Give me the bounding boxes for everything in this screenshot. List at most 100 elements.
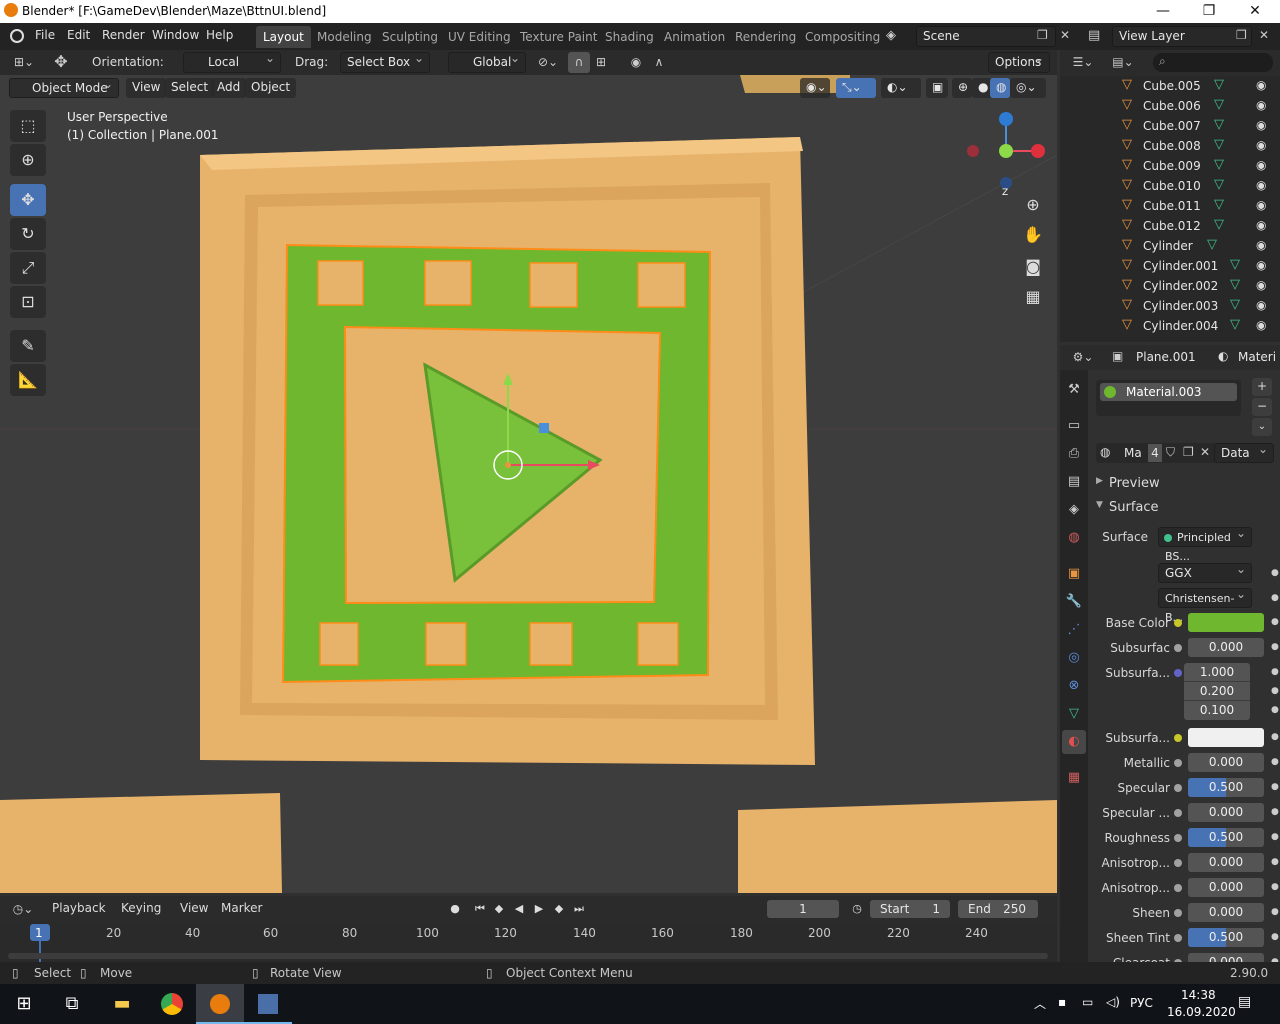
select-box-tool-icon[interactable]: ⬚ [10, 110, 46, 142]
camera-view-icon[interactable]: ◙ [1018, 252, 1048, 282]
outliner-item[interactable]: ▽ Cylinder.001 ▽ ◉ [1060, 256, 1280, 276]
gizmo-plane-handle[interactable] [539, 423, 549, 433]
measure-tool-icon[interactable]: 📐 [10, 364, 46, 396]
texture-tab-icon[interactable]: ▦ [1062, 766, 1086, 790]
wireframe-shading-icon[interactable]: ⊕ [952, 78, 972, 98]
prev-keyframe-icon[interactable]: ◆ [490, 902, 508, 918]
file-explorer-icon[interactable]: ▬ [98, 984, 146, 1024]
preview-panel-header[interactable]: ▶ Preview [1088, 473, 1280, 495]
mesh-data-icon[interactable]: ▽ [1214, 137, 1224, 152]
jump-end-icon[interactable]: ⏭ [570, 902, 588, 918]
mesh-data-icon[interactable]: ▽ [1230, 297, 1240, 312]
rotate-tool-icon[interactable]: ↻ [10, 218, 46, 250]
outliner-item[interactable]: ▽ Cube.012 ▽ ◉ [1060, 216, 1280, 236]
network-icon[interactable]: ▭ [1082, 995, 1093, 1009]
3d-viewport[interactable]: Z Object Mode View Select Add Object ◉⌄ … [0, 75, 1057, 893]
visibility-icon[interactable]: ◉⌄ [800, 78, 830, 98]
eye-icon[interactable]: ◉ [1256, 298, 1266, 312]
proportional-edit-icon[interactable]: ◉ [625, 52, 647, 73]
stopwatch-icon[interactable]: ◷ [848, 902, 866, 918]
mesh-data-icon[interactable]: ▽ [1207, 237, 1217, 252]
vector-field[interactable]: 0.100 [1184, 701, 1250, 720]
delete-view-layer-icon[interactable]: ✕ [1259, 28, 1269, 42]
eye-icon[interactable]: ◉ [1256, 158, 1266, 172]
outliner-search-input[interactable]: ⌕ [1153, 53, 1273, 72]
nav-y-axis-icon[interactable] [999, 144, 1013, 158]
falloff-icon[interactable]: ∧ [648, 52, 670, 73]
record-icon[interactable]: ● [446, 902, 464, 918]
tray-chevron-icon[interactable]: ︿ [1034, 995, 1046, 1012]
viewport-menu-select[interactable]: Select [165, 78, 215, 98]
eye-icon[interactable]: ◉ [1256, 318, 1266, 332]
eye-icon[interactable]: ◉ [1256, 118, 1266, 132]
delete-scene-icon[interactable]: ✕ [1060, 28, 1070, 42]
socket-icon[interactable] [1174, 809, 1182, 817]
options-dropdown[interactable]: Options [988, 49, 1050, 73]
cursor-tool-icon[interactable]: ⊕ [10, 144, 46, 176]
users-count[interactable]: 4 [1148, 444, 1162, 462]
duplicate-material-icon[interactable]: ❐ [1183, 445, 1194, 459]
material-datablock[interactable]: ◍ Ma 4 ⛉ ❐ ✕ [1096, 443, 1220, 463]
minimize-button[interactable]: — [1140, 0, 1186, 23]
color-swatch[interactable] [1188, 613, 1264, 632]
timeline-menu-marker[interactable]: Marker [221, 901, 262, 915]
snap-icon[interactable]: ∩ [568, 52, 590, 73]
physics-tab-icon[interactable]: ◎ [1062, 646, 1086, 670]
timeline-menu-playback[interactable]: Playback [52, 901, 106, 915]
move-tool-icon[interactable]: ✥ [10, 184, 46, 216]
timeline-menu-keying[interactable]: Keying [121, 901, 161, 915]
language-indicator[interactable]: РУС [1130, 996, 1153, 1010]
pan-hand-icon[interactable]: ✋ [1018, 220, 1048, 250]
surface-panel-header[interactable]: ▼ Surface [1088, 497, 1280, 519]
socket-icon[interactable] [1174, 834, 1182, 842]
constraints-tab-icon[interactable]: ⊗ [1062, 674, 1086, 698]
modifier-tab-icon[interactable]: 🔧 [1062, 590, 1086, 614]
color-swatch[interactable] [1188, 728, 1264, 747]
drag-dropdown[interactable]: Select Box [340, 49, 430, 73]
material-shading-icon[interactable]: ◍ [990, 78, 1010, 98]
socket-icon[interactable] [1174, 909, 1182, 917]
menu-file[interactable]: File [35, 28, 55, 42]
transform-orientation-dropdown[interactable]: Global [448, 49, 526, 73]
next-keyframe-icon[interactable]: ◆ [550, 902, 568, 918]
tab-uv-editing[interactable]: UV Editing [441, 26, 518, 48]
eye-icon[interactable]: ◉ [1256, 258, 1266, 272]
viewport-menu-view[interactable]: View [126, 78, 167, 98]
outliner-item[interactable]: ▽ Cube.007 ▽ ◉ [1060, 116, 1280, 136]
transform-tool-icon[interactable]: ⊡ [10, 286, 46, 318]
windows-start-icon[interactable]: ⊞ [0, 984, 48, 1024]
world-tab-icon[interactable]: ◍ [1062, 526, 1086, 550]
socket-icon[interactable] [1174, 734, 1182, 742]
xray-icon[interactable]: ▣ [926, 78, 948, 98]
eye-icon[interactable]: ◉ [1256, 278, 1266, 292]
timeline-editor-icon[interactable]: ◷⌄ [8, 899, 38, 920]
object-tab-icon[interactable]: ▣ [1062, 562, 1086, 586]
app-taskbar-icon[interactable] [244, 984, 292, 1024]
view-layer-tab-icon[interactable]: ▤ [1062, 470, 1086, 494]
nav-neg-x-icon[interactable] [967, 145, 979, 157]
chrome-icon[interactable] [148, 984, 196, 1024]
material-tab-icon[interactable]: ◐ [1062, 730, 1086, 754]
pivot-point-icon[interactable]: ⊘⌄ [533, 52, 563, 73]
material-slot-item[interactable]: Material.003 [1100, 383, 1237, 401]
tab-shading[interactable]: Shading [598, 26, 661, 48]
nav-z-axis-icon[interactable] [999, 112, 1013, 126]
mesh-data-tab-icon[interactable]: ▽ [1062, 702, 1086, 726]
eye-icon[interactable]: ◉ [1256, 178, 1266, 192]
subsurface-method-dropdown[interactable]: Christensen-B... [1158, 585, 1252, 624]
socket-icon[interactable] [1174, 619, 1182, 627]
add-slot-icon[interactable]: + [1252, 378, 1272, 396]
value-slider[interactable]: 0.000 [1188, 853, 1264, 872]
value-slider[interactable]: 0.500 [1188, 778, 1264, 797]
current-frame-field[interactable]: 1 [767, 900, 839, 918]
view-layer-selector[interactable]: View Layer [1112, 26, 1252, 47]
mesh-data-icon[interactable]: ▽ [1230, 257, 1240, 272]
eye-icon[interactable]: ◉ [1256, 218, 1266, 232]
mesh-data-icon[interactable]: ▽ [1214, 197, 1224, 212]
link-dropdown[interactable]: Data [1214, 440, 1274, 463]
slot-specials-icon[interactable]: ⌄ [1252, 418, 1272, 436]
mesh-data-icon[interactable]: ▽ [1214, 77, 1224, 92]
mesh-data-icon[interactable]: ▽ [1230, 317, 1240, 332]
outliner-item[interactable]: ▽ Cylinder ▽ ◉ [1060, 236, 1280, 256]
viewport-menu-add[interactable]: Add [211, 78, 247, 98]
